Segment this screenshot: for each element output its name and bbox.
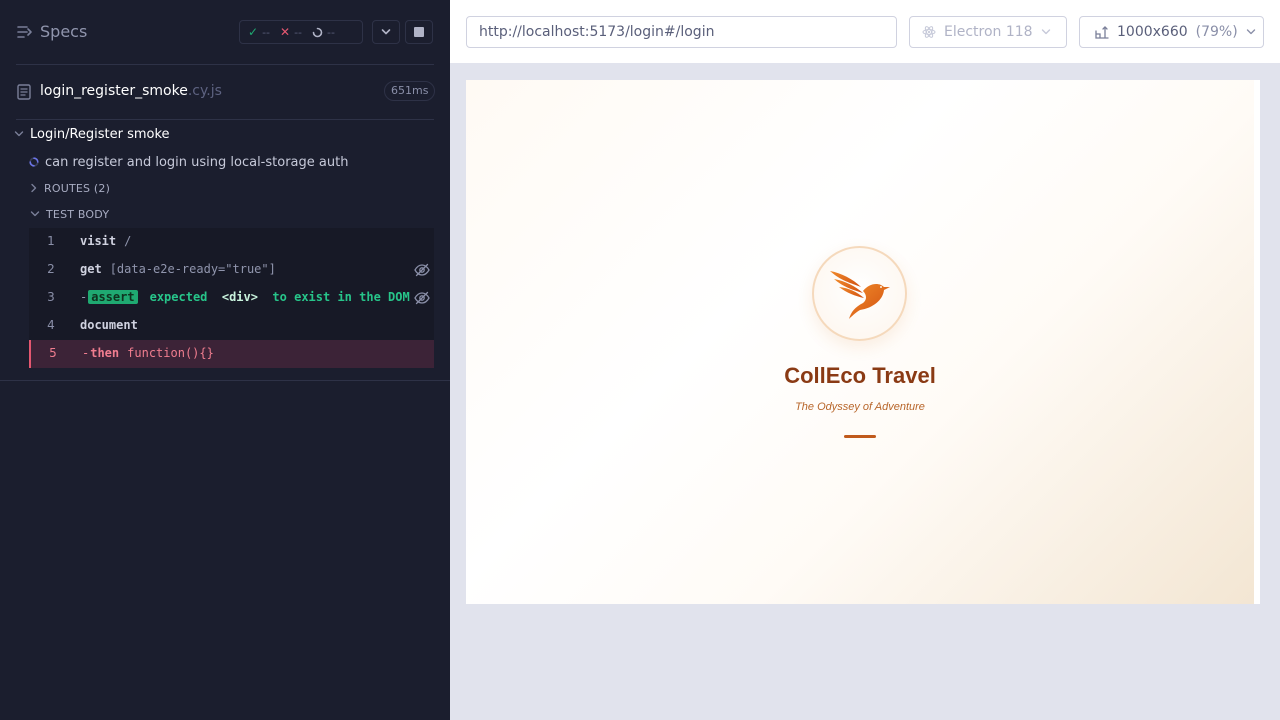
spec-file-ext: .cy.js (187, 83, 222, 99)
suite-row[interactable]: Login/Register smoke (14, 125, 170, 143)
passed-count: -- (262, 25, 271, 39)
spec-file-name: login_register_smoke.cy.js (40, 83, 222, 99)
assert-message-pre: expected (149, 290, 208, 304)
command-row-failed[interactable]: 5 - then function(){} (29, 340, 434, 368)
header-divider (16, 64, 434, 65)
chevron-down-icon (1246, 29, 1255, 35)
command-name: document (80, 318, 138, 332)
browser-name: Electron 118 (944, 24, 1033, 40)
pending-stat: -- (312, 26, 335, 39)
command-name: get (80, 262, 102, 276)
running-icon (29, 157, 39, 167)
pending-count: -- (327, 25, 335, 39)
cypress-runner: Specs ✓ -- ✕ -- -- login_register_smoke.… (0, 0, 1280, 720)
command-log: 1 visit / 2 get [data-e2e-ready="true"] (29, 228, 434, 368)
suite-title: Login/Register smoke (30, 126, 170, 142)
command-child-dash: - (82, 346, 90, 360)
chevron-right-icon (31, 183, 37, 193)
command-number: 2 (47, 262, 55, 276)
toggle-auto-scroll-button[interactable] (372, 20, 400, 44)
command-row[interactable]: 4 document (29, 312, 434, 340)
spec-duration-badge: 651ms (384, 81, 436, 101)
assert-badge: assert (88, 290, 138, 304)
command-number: 5 (49, 346, 57, 360)
aut-iframe[interactable]: CollEco Travel The Odyssey of Adventure (466, 80, 1260, 604)
command-body: get [data-e2e-ready="true"] (80, 262, 276, 276)
viewport-scale: (79%) (1195, 24, 1238, 40)
check-icon: ✓ (248, 25, 259, 39)
aut-header: http://localhost:5173/login#/login Elect… (450, 0, 1280, 64)
reporter-header: Specs ✓ -- ✕ -- -- (0, 0, 450, 64)
viewport-icon (1095, 25, 1109, 39)
file-icon (17, 84, 31, 100)
viewport-size: 1000x660 (1117, 24, 1188, 40)
chevron-down-icon (14, 131, 24, 137)
command-message: function(){} (127, 346, 214, 360)
routes-label: ROUTES (2) (44, 181, 111, 195)
electron-icon (922, 26, 936, 38)
bird-logo-icon (830, 271, 890, 319)
command-child-dash: - (80, 290, 88, 304)
spec-divider (16, 119, 434, 120)
chevron-down-icon (30, 211, 40, 217)
test-title: can register and login using local-stora… (45, 154, 349, 170)
specs-icon[interactable] (17, 25, 33, 39)
spec-file-row[interactable]: login_register_smoke.cy.js 651ms (0, 76, 450, 108)
command-number: 4 (47, 318, 55, 332)
command-body: - assert expected <div> to exist in the … (80, 290, 410, 304)
assert-message-post: to exist in the DOM (272, 290, 410, 304)
eye-slash-icon[interactable] (414, 263, 430, 277)
specs-title[interactable]: Specs (40, 22, 87, 41)
test-stats: ✓ -- ✕ -- -- (239, 20, 363, 44)
routes-group[interactable]: ROUTES (2) (30, 180, 110, 196)
command-message: / (124, 234, 132, 248)
app-name: CollEco Travel (784, 363, 936, 388)
chevron-down-icon (381, 29, 391, 35)
pending-icon (312, 27, 323, 37)
command-body: - then function(){} (82, 346, 214, 360)
spec-file-basename: login_register_smoke (40, 83, 188, 99)
command-body: document (80, 318, 146, 332)
app-tagline: The Odyssey of Adventure (795, 401, 925, 413)
command-number: 3 (47, 290, 55, 304)
url-field[interactable]: http://localhost:5173/login#/login (466, 16, 897, 48)
passed-stat: ✓ -- (248, 25, 270, 39)
viewport-selector[interactable]: 1000x660 (79%) (1079, 16, 1264, 48)
x-icon: ✕ (280, 25, 291, 39)
failed-count: -- (294, 25, 303, 39)
browser-selector[interactable]: Electron 118 (909, 16, 1067, 48)
test-body-label: TEST BODY (46, 207, 110, 221)
command-row[interactable]: 2 get [data-e2e-ready="true"] (29, 256, 434, 284)
command-name: then (90, 346, 120, 360)
chevron-down-icon (1041, 29, 1050, 35)
command-name: visit (80, 234, 117, 248)
reporter-bottom-divider (0, 380, 450, 381)
assert-message-subject: <div> (221, 290, 258, 304)
stop-button[interactable] (405, 20, 433, 44)
eye-slash-icon[interactable] (414, 291, 430, 305)
command-message: [data-e2e-ready="true"] (109, 262, 276, 276)
command-row[interactable]: 3 - assert expected <div> to exist in th… (29, 284, 434, 312)
reporter-panel: Specs ✓ -- ✕ -- -- login_register_smoke.… (0, 0, 450, 720)
command-number: 1 (47, 234, 55, 248)
accent-divider (844, 435, 876, 438)
app-logo (812, 246, 907, 341)
command-body: visit / (80, 234, 131, 248)
failed-stat: ✕ -- (280, 25, 302, 39)
assert-message: expected <div> to exist in the DOM (150, 290, 410, 304)
stop-icon (414, 27, 424, 37)
test-body-group[interactable]: TEST BODY (30, 206, 109, 222)
command-row[interactable]: 1 visit / (29, 228, 434, 256)
test-row[interactable]: can register and login using local-stora… (29, 153, 348, 171)
